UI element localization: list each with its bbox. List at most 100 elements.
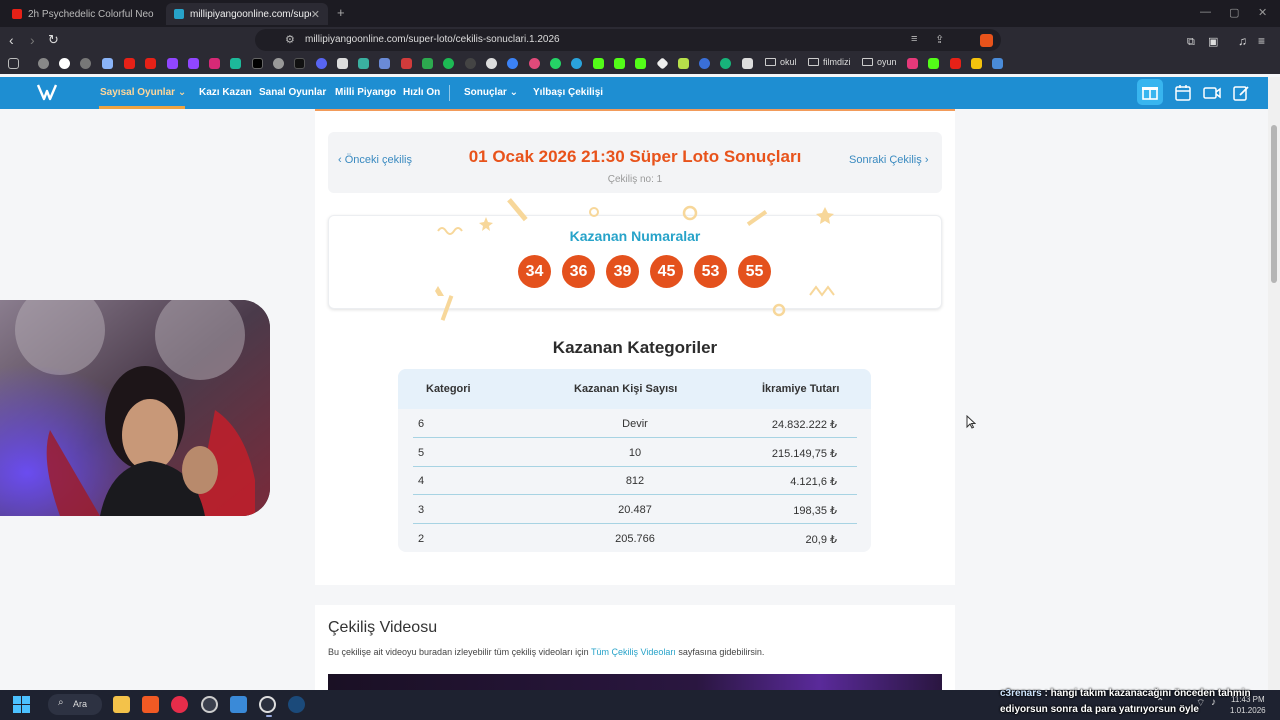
nav-label: Sayısal Oyunlar: [100, 87, 176, 98]
x-icon[interactable]: [252, 58, 263, 69]
kick-icon[interactable]: [635, 58, 646, 69]
site-info-icon[interactable]: ⚙: [285, 33, 295, 46]
bookmark-folder-oyun[interactable]: oyun: [862, 57, 897, 67]
back-icon[interactable]: ‹: [9, 32, 14, 48]
search-icon: ⌕: [58, 697, 64, 708]
whatsapp-icon[interactable]: [550, 58, 561, 69]
steam-icon[interactable]: [288, 696, 305, 713]
nav-hizli-on[interactable]: Hızlı On: [403, 87, 440, 98]
reload-icon[interactable]: ↻: [48, 32, 59, 48]
minimize-icon[interactable]: —: [1200, 6, 1211, 18]
brave-browser-icon[interactable]: [142, 696, 159, 713]
close-tab-icon[interactable]: ✕: [311, 8, 320, 21]
github-icon[interactable]: [486, 58, 497, 69]
scrollbar-thumb[interactable]: [1271, 125, 1277, 283]
extensions-icon[interactable]: ⧉: [1187, 34, 1195, 50]
prize-cell: 24.832.222 ₺: [771, 419, 837, 431]
table-row: 2 205.766 20,9 ₺: [413, 524, 857, 553]
column-header-winners: Kazanan Kişi Sayısı: [574, 383, 678, 395]
card-top-accent: [315, 109, 955, 111]
nav-yilbasi-cekilisi[interactable]: Yılbaşı Çekilişi: [533, 87, 603, 98]
bookmark-icon[interactable]: [742, 58, 753, 69]
bookmark-icon[interactable]: [678, 58, 689, 69]
nav-sayisal-oyunlar[interactable]: Sayısal Oyunlar ⌄: [100, 87, 186, 98]
bookmark-icon[interactable]: [358, 58, 369, 69]
bookmark-icon[interactable]: [656, 57, 669, 70]
calendar-icon[interactable]: [1173, 83, 1193, 103]
media-icon[interactable]: ♫: [1238, 33, 1247, 49]
browser-tab-youtube[interactable]: 2h Psychedelic Colorful Neon Backgr: [4, 3, 162, 25]
gift-button[interactable]: [1137, 79, 1163, 105]
prize-cell: 215.149,75 ₺: [771, 448, 837, 460]
youtube-icon[interactable]: [145, 58, 156, 69]
instagram-icon[interactable]: [209, 58, 220, 69]
bookmark-icon[interactable]: [465, 58, 476, 69]
tiktok-icon[interactable]: [294, 58, 305, 69]
kick-icon[interactable]: [928, 58, 939, 69]
windows-start-icon[interactable]: [13, 696, 30, 713]
close-window-icon[interactable]: ✕: [1258, 6, 1267, 19]
twitch-icon[interactable]: [188, 58, 199, 69]
kick-icon[interactable]: [614, 58, 625, 69]
next-draw-link[interactable]: Sonraki Çekiliş ›: [849, 154, 928, 166]
twitch-icon[interactable]: [167, 58, 178, 69]
bookmark-icon[interactable]: [80, 58, 91, 69]
app-icon[interactable]: [201, 696, 218, 713]
drive-icon[interactable]: [422, 58, 433, 69]
youtube-icon[interactable]: [124, 58, 135, 69]
gmail-icon[interactable]: [401, 58, 412, 69]
gemini-icon[interactable]: [102, 58, 113, 69]
forward-icon[interactable]: ›: [30, 32, 35, 48]
nav-sonuclar[interactable]: Sonuçlar ⌄: [464, 87, 518, 98]
share-icon[interactable]: ⇪: [935, 33, 944, 46]
bookmark-icon[interactable]: [230, 58, 241, 69]
google-icon[interactable]: [59, 58, 70, 69]
youtube-icon[interactable]: [950, 58, 961, 69]
winner-count-cell: Devir: [622, 418, 648, 430]
edit-coupon-icon[interactable]: [1231, 83, 1251, 103]
photos-icon[interactable]: [230, 696, 247, 713]
steam-icon[interactable]: [992, 58, 1003, 69]
bookmark-icon[interactable]: [699, 58, 710, 69]
bookmark-icon[interactable]: [529, 58, 540, 69]
all-videos-link[interactable]: Tüm Çekiliş Videoları: [591, 647, 676, 657]
bookmark-icon[interactable]: [720, 58, 731, 69]
obs-icon[interactable]: [259, 696, 276, 713]
site-logo-icon[interactable]: [36, 81, 58, 103]
video-player[interactable]: [328, 674, 942, 690]
nav-milli-piyango[interactable]: Milli Piyango: [335, 87, 396, 98]
kick-icon[interactable]: [593, 58, 604, 69]
menu-icon[interactable]: ≡: [1258, 33, 1265, 49]
bookmark-icon[interactable]: [907, 58, 918, 69]
bookmark-folder-okul[interactable]: okul: [765, 57, 797, 67]
brave-shield-icon[interactable]: [980, 34, 993, 47]
telegram-icon[interactable]: [571, 58, 582, 69]
browser-tab-active[interactable]: millipiyangoonline.com/super-lo ✕: [166, 3, 328, 25]
media-player-icon[interactable]: [171, 696, 188, 713]
new-tab-button[interactable]: +: [337, 5, 345, 20]
star-icon[interactable]: [971, 58, 982, 69]
address-bar[interactable]: ⚙ millipiyangoonline.com/super-loto/ceki…: [255, 29, 1001, 51]
webcam-overlay: [0, 300, 270, 516]
spotify-icon[interactable]: [443, 58, 454, 69]
translate-icon[interactable]: [379, 58, 390, 69]
nav-sanal-oyunlar[interactable]: Sanal Oyunlar: [259, 87, 326, 98]
bookmark-icon[interactable]: [507, 58, 518, 69]
stream-chat-message: c3renars : hangi takım kazanacağını önce…: [1000, 686, 1268, 718]
wallet-icon[interactable]: ▣: [1208, 34, 1218, 50]
file-explorer-icon[interactable]: [113, 696, 130, 713]
discord-icon[interactable]: [316, 58, 327, 69]
video-icon[interactable]: [1202, 83, 1222, 103]
maximize-icon[interactable]: ▢: [1229, 6, 1239, 19]
column-header-category: Kategori: [426, 383, 471, 395]
nav-kazi-kazan[interactable]: Kazı Kazan: [199, 87, 252, 98]
reader-icon[interactable]: ≡: [911, 33, 917, 45]
apps-icon[interactable]: [8, 58, 19, 69]
folder-icon: [765, 58, 776, 66]
bookmark-folder-filmdizi[interactable]: filmdizi: [808, 57, 851, 67]
running-indicator: [266, 715, 272, 717]
history-icon[interactable]: [38, 58, 49, 69]
bookmark-icon[interactable]: [337, 58, 348, 69]
folder-label: oyun: [877, 57, 897, 67]
bookmark-icon[interactable]: [273, 58, 284, 69]
